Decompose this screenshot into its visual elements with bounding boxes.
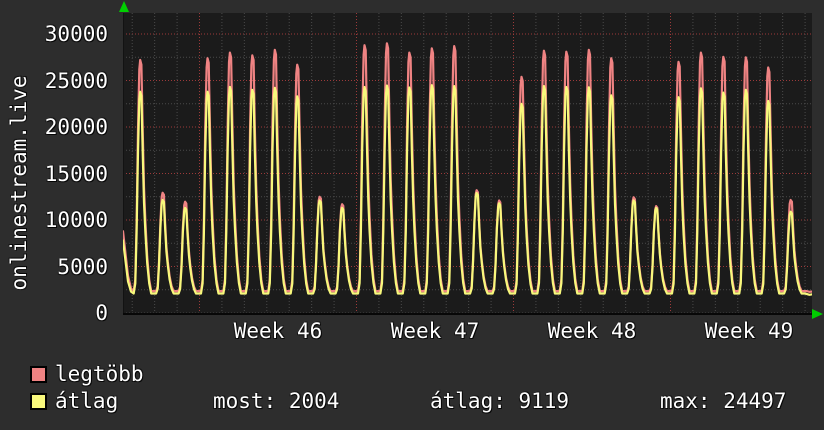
stat-max: max: 24497 (660, 389, 787, 413)
y-tick-label: 30000 (44, 22, 108, 46)
x-tick-label: Week 49 (704, 319, 794, 343)
legend-label-atlag: átlag (55, 389, 119, 413)
x-tick-label: Week 46 (233, 319, 323, 343)
stat-atlag: átlag: 9119 (430, 389, 570, 413)
legend-label-legtobb: legtöbb (55, 362, 144, 386)
rrd-graph: onlinestream.live 0 5000 10000 15000 20000 25… (0, 0, 824, 430)
plot-area (123, 13, 812, 315)
x-tick-label: Week 48 (547, 319, 637, 343)
y-tick-label: 0 (95, 301, 108, 325)
chart-canvas (123, 13, 812, 315)
y-tick-label: 15000 (44, 161, 108, 186)
series-daily-average (123, 84, 812, 296)
legend-swatch-legtobb (30, 366, 47, 383)
x-tick-label: Week 47 (390, 319, 480, 343)
y-tick-label: 25000 (44, 68, 108, 93)
y-axis-arrow-icon (119, 1, 129, 12)
y-tick-label: 5000 (57, 254, 108, 279)
y-tick-label: 20000 (44, 115, 108, 139)
y-tick-label: 10000 (44, 208, 108, 232)
legend-swatch-atlag (30, 393, 47, 410)
x-axis-arrow-icon (812, 309, 823, 319)
stat-most: most: 2004 (213, 389, 340, 413)
